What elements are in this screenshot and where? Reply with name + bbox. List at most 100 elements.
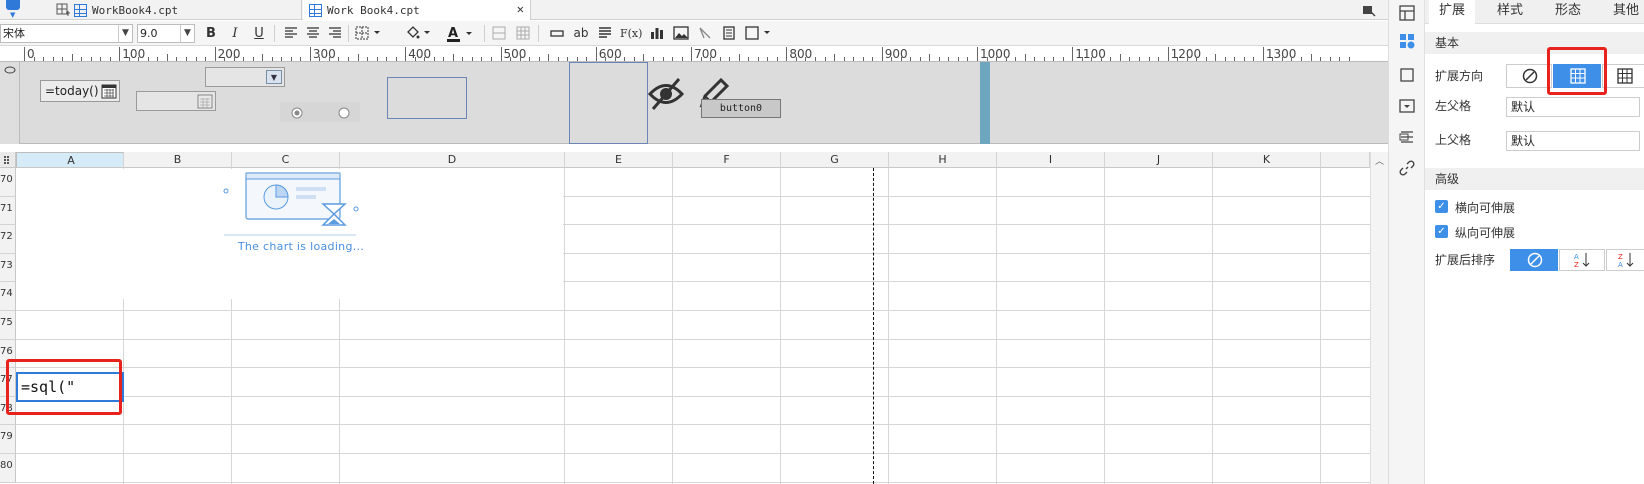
- vertical-expandable-checkbox[interactable]: ✓: [1435, 225, 1448, 238]
- expand-none-button[interactable]: [1506, 64, 1552, 88]
- paragraph-button[interactable]: [596, 24, 614, 43]
- ruler-major-tick: [309, 47, 311, 61]
- ruler-major-tick: [881, 47, 883, 61]
- ruler-major-tick: [977, 47, 978, 61]
- chevron-down-icon: ▼: [118, 25, 132, 42]
- grid-corner[interactable]: [0, 152, 16, 168]
- pin-icon[interactable]: [1362, 3, 1376, 17]
- underline-button[interactable]: U: [250, 24, 268, 43]
- ruler-major-tick: [595, 47, 597, 61]
- left-parent-label: 左父格: [1435, 99, 1472, 113]
- text-button[interactable]: ab: [572, 24, 590, 43]
- slash-button[interactable]: [696, 24, 714, 43]
- align-left-button[interactable]: [282, 24, 300, 43]
- row-header-80[interactable]: 80: [0, 454, 16, 483]
- label-widget[interactable]: [387, 77, 467, 119]
- fill-color-button[interactable]: [404, 24, 434, 43]
- chevron-down-icon: ▼: [10, 11, 16, 19]
- chart-placeholder[interactable]: The chart is loading...: [16, 169, 563, 299]
- align-right-icon: [329, 27, 341, 38]
- format-toolbar: 宋体 ▼ 9.0 ▼ B I U A ab F(x): [0, 21, 1388, 46]
- close-icon[interactable]: ✕: [517, 2, 524, 16]
- cell-attribute-icon[interactable]: [1399, 33, 1415, 49]
- tab-style[interactable]: 样式: [1487, 0, 1533, 24]
- column-header-h[interactable]: H: [889, 152, 997, 168]
- layout-icon[interactable]: [1399, 5, 1415, 21]
- tab-other[interactable]: 其他: [1603, 0, 1644, 24]
- button0-widget[interactable]: button0: [701, 99, 781, 118]
- sort-none-button[interactable]: [1510, 249, 1558, 271]
- align-right-button[interactable]: [326, 24, 344, 43]
- date-picker-widget[interactable]: [136, 91, 216, 111]
- column-header-k[interactable]: K: [1213, 152, 1321, 168]
- tab-shape[interactable]: 形态: [1545, 0, 1591, 24]
- bold-button[interactable]: B: [202, 24, 220, 43]
- widget-settings-icon[interactable]: [1399, 98, 1415, 114]
- column-header-d[interactable]: D: [340, 152, 565, 168]
- column-header-i[interactable]: I: [997, 152, 1105, 168]
- column-header-g[interactable]: G: [781, 152, 889, 168]
- svg-text:Z: Z: [1574, 261, 1579, 268]
- designer-window: ▼ WorkBook4.cpt Work Book4.cpt ✕ 宋体 ▼ 9.…: [0, 0, 1644, 484]
- font-family-value: 宋体: [3, 27, 25, 40]
- no-sort-icon: [1527, 252, 1543, 268]
- insert-sub-report-button[interactable]: [720, 24, 738, 43]
- vertical-scrollbar[interactable]: ︿: [1370, 152, 1388, 484]
- date-widget[interactable]: =today(): [40, 80, 120, 102]
- parameter-pane-width-handle[interactable]: [980, 62, 990, 144]
- expand-horizontal-button[interactable]: [1602, 64, 1644, 88]
- split-cells-button[interactable]: [514, 24, 532, 43]
- row-header-71[interactable]: 71: [0, 196, 16, 226]
- hyperlink-icon[interactable]: [1399, 160, 1415, 176]
- parameter-pane-toggle[interactable]: [0, 62, 20, 144]
- top-parent-input[interactable]: 默认: [1506, 131, 1640, 151]
- merge-cells-icon: [492, 26, 506, 40]
- column-header-e[interactable]: E: [565, 152, 673, 168]
- font-size-select[interactable]: 9.0 ▼: [137, 24, 195, 43]
- formula-button[interactable]: F(x): [620, 24, 642, 43]
- insert-image-button[interactable]: [672, 24, 690, 43]
- tab-workbook4[interactable]: WorkBook4.cpt: [50, 0, 302, 20]
- column-header-b[interactable]: B: [124, 152, 232, 168]
- radio-group-widget[interactable]: [280, 102, 360, 122]
- font-family-select[interactable]: 宋体 ▼: [0, 24, 133, 43]
- ruler-minor-tick: [262, 54, 264, 61]
- svg-text:A: A: [448, 26, 458, 41]
- app-menu-button[interactable]: ▼: [0, 0, 28, 20]
- column-header-j[interactable]: J: [1105, 152, 1213, 168]
- frame-widget[interactable]: [569, 62, 648, 144]
- border-button[interactable]: [354, 24, 384, 43]
- insert-widget-button[interactable]: [548, 24, 566, 43]
- row-header-79[interactable]: 79: [0, 425, 16, 454]
- grid-horizontal-icon: [1617, 68, 1633, 84]
- spreadsheet-grid[interactable]: ABCDEFGHIJK 70 71 72 73 74 75 76 77 78 79 80 The c…: [0, 152, 1370, 484]
- align-center-button[interactable]: [304, 24, 322, 43]
- column-header-c[interactable]: C: [232, 152, 340, 168]
- workbook-icon: [309, 3, 322, 17]
- toolbar-divider: [538, 25, 539, 42]
- row-header-70[interactable]: 70: [0, 168, 16, 197]
- row-header-72[interactable]: 72: [0, 225, 16, 254]
- font-color-button[interactable]: A: [446, 24, 476, 43]
- insert-chart-button[interactable]: [648, 24, 666, 43]
- column-gridline: [1212, 168, 1213, 484]
- column-header-a[interactable]: A: [16, 152, 124, 168]
- scroll-up-icon[interactable]: ︿: [1375, 154, 1384, 167]
- sort-descending-button[interactable]: ZA: [1606, 249, 1644, 271]
- italic-button[interactable]: I: [226, 24, 244, 43]
- column-header-f[interactable]: F: [673, 152, 781, 168]
- tab-expand[interactable]: 扩展: [1429, 0, 1475, 24]
- horizontal-expandable-checkbox[interactable]: ✓: [1435, 200, 1448, 213]
- left-parent-input[interactable]: 默认: [1506, 97, 1640, 117]
- row-header-75[interactable]: 75: [0, 311, 16, 340]
- cell-element-icon[interactable]: [1399, 67, 1415, 83]
- row-header-73[interactable]: 73: [0, 253, 16, 283]
- more-tools-button[interactable]: [744, 24, 774, 43]
- sort-ascending-button[interactable]: AZ: [1559, 249, 1605, 271]
- combo-widget[interactable]: ▼: [205, 67, 285, 87]
- align-left-icon: [285, 27, 297, 38]
- tab-work-book4[interactable]: Work Book4.cpt ✕: [303, 0, 531, 20]
- row-header-74[interactable]: 74: [0, 282, 16, 311]
- merge-cells-button[interactable]: [490, 24, 508, 43]
- condition-attribute-icon[interactable]: [1399, 129, 1415, 145]
